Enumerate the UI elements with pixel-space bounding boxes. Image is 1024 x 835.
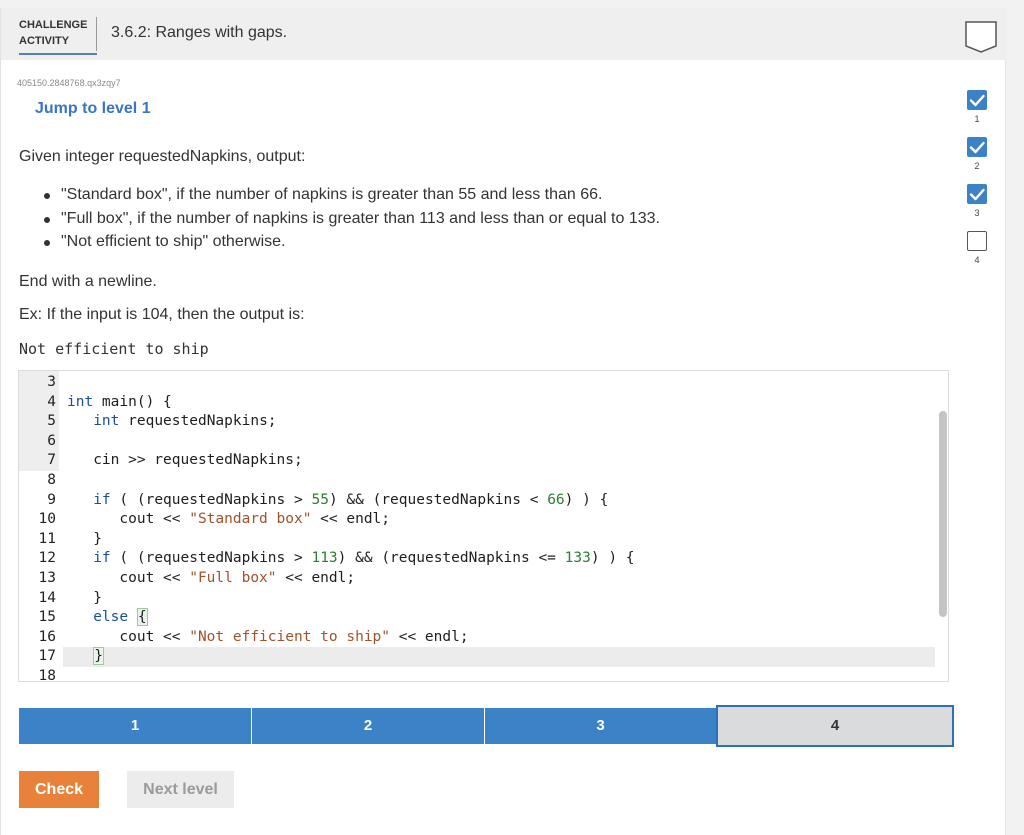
line-number: 11 [38, 530, 56, 547]
code-text: cout << "Standard box" << endl; [67, 511, 391, 528]
line-number: 16 [38, 628, 56, 645]
level-nav-number: 1 [974, 114, 980, 124]
code-line[interactable]: 4 int main() { [19, 393, 935, 413]
code-text: if ( (requestedNapkins > 113) && (reques… [93, 550, 635, 567]
requirement-text: "Not efficient to ship" otherwise. [61, 233, 286, 250]
code-line[interactable]: 9 if ( (requestedNapkins > 55) && (reque… [19, 491, 935, 511]
code-line[interactable]: 16 cout << "Not efficient to ship" << en… [19, 628, 935, 648]
bullet-icon [44, 216, 50, 223]
activity-type-label: CHALLENGE ACTIVITY [19, 17, 97, 55]
code-text: } [67, 530, 102, 547]
code-line[interactable]: 5 int requestedNapkins; [19, 412, 935, 432]
challenge-activity-card: CHALLENGE ACTIVITY 3.6.2: Ranges with ga… [0, 8, 1007, 835]
list-item: "Full box", if the number of napkins is … [35, 210, 660, 234]
checkmark-icon [967, 184, 987, 204]
header-divider [96, 17, 97, 51]
empty-checkbox-icon [967, 231, 987, 251]
completion-badge-icon [965, 21, 997, 53]
code-line[interactable]: 6 [19, 432, 935, 452]
line-number: 10 [38, 511, 56, 528]
line-number: 3 [47, 374, 56, 390]
requirement-list: "Standard box", if the number of napkins… [35, 186, 660, 257]
line-number: 5 [47, 413, 56, 430]
level-nav-number: 4 [974, 255, 980, 265]
level-segment-1[interactable]: 1 [19, 708, 251, 744]
code-line[interactable]: 17 } [19, 647, 935, 667]
bullet-icon [44, 193, 50, 199]
activity-id: 405150.2848768.qx3zqy7 [17, 78, 121, 88]
list-item: "Standard box", if the number of napkins… [35, 186, 660, 210]
code-text: cout << "Not efficient to ship" << endl; [67, 628, 469, 645]
list-item: "Not efficient to ship" otherwise. [35, 233, 660, 257]
code-line[interactable]: 15 else { [19, 608, 935, 628]
code-text: cout << "Full box" << endl; [67, 570, 356, 586]
code-line[interactable]: 8 [19, 471, 935, 491]
line-number: 17 [38, 648, 56, 665]
line-number: 4 [47, 393, 56, 410]
code-line[interactable]: 7 cin >> requestedNapkins; [19, 451, 935, 471]
level-segment-4[interactable]: 4 [716, 705, 954, 747]
bullet-icon [44, 240, 50, 246]
activity-label-underline [19, 53, 97, 55]
activity-header: CHALLENGE ACTIVITY 3.6.2: Ranges with ga… [1, 8, 1007, 60]
code-line[interactable]: 13 cout << "Full box" << endl; [19, 569, 935, 589]
requirement-text: "Full box", if the number of napkins is … [61, 209, 660, 227]
check-button[interactable]: Check [19, 771, 99, 808]
code-text: int main() { [67, 393, 172, 410]
code-text: if ( (requestedNapkins > 55) && (request… [93, 491, 609, 508]
line-number: 6 [47, 432, 56, 449]
code-text: int requestedNapkins; [93, 413, 277, 430]
activity-title: 3.6.2: Ranges with gaps. [111, 24, 288, 41]
example-description: Ex: If the input is 104, then the output… [19, 306, 305, 323]
code-line[interactable]: 10 cout << "Standard box" << endl; [19, 510, 935, 530]
code-text: cin >> requestedNapkins; [67, 452, 303, 469]
requirement-text: "Standard box", if the number of napkins… [61, 186, 603, 203]
level-progress-bar: 1 2 3 4 [19, 705, 954, 748]
code-line[interactable]: 12 if ( (requestedNapkins > 113) && (req… [19, 549, 935, 569]
code-line[interactable]: 11 } [19, 530, 935, 550]
line-number: 8 [47, 472, 56, 488]
active-line-highlight [63, 647, 935, 667]
activity-type-line2: ACTIVITY [19, 35, 70, 47]
code-editor[interactable]: 3 4 int main() {5 int requestedNapkins; 6 7 … [18, 370, 949, 682]
jump-to-level-link[interactable]: Jump to level 1 [35, 100, 151, 118]
code-line[interactable]: 18 [19, 667, 935, 682]
line-number: 7 [47, 452, 56, 469]
checkmark-icon [967, 137, 987, 157]
prompt-intro: Given integer requestedNapkins, output: [19, 148, 306, 165]
level-nav-number: 2 [974, 161, 980, 171]
line-number: 9 [47, 491, 56, 508]
code-text: } [93, 647, 104, 666]
line-number: 14 [38, 589, 56, 606]
level-segment-3[interactable]: 3 [485, 708, 716, 744]
code-line[interactable]: 14 } [19, 589, 935, 609]
level-segment-2[interactable]: 2 [252, 708, 484, 744]
code-text: } [67, 589, 102, 606]
code-text: else { [93, 608, 148, 627]
activity-type-line1: CHALLENGE [19, 19, 88, 31]
next-level-button[interactable]: Next level [127, 771, 234, 808]
line-number: 15 [38, 609, 56, 626]
code-line[interactable]: 3 [19, 373, 935, 393]
editor-scrollbar[interactable] [939, 411, 947, 617]
line-number: 12 [38, 550, 56, 567]
checkmark-icon [967, 90, 987, 110]
example-output: Not efficient to ship [19, 340, 209, 358]
line-number: 18 [38, 668, 56, 682]
level-nav-number: 3 [974, 208, 980, 218]
prompt-ending: End with a newline. [19, 273, 157, 290]
line-number: 13 [38, 570, 56, 586]
